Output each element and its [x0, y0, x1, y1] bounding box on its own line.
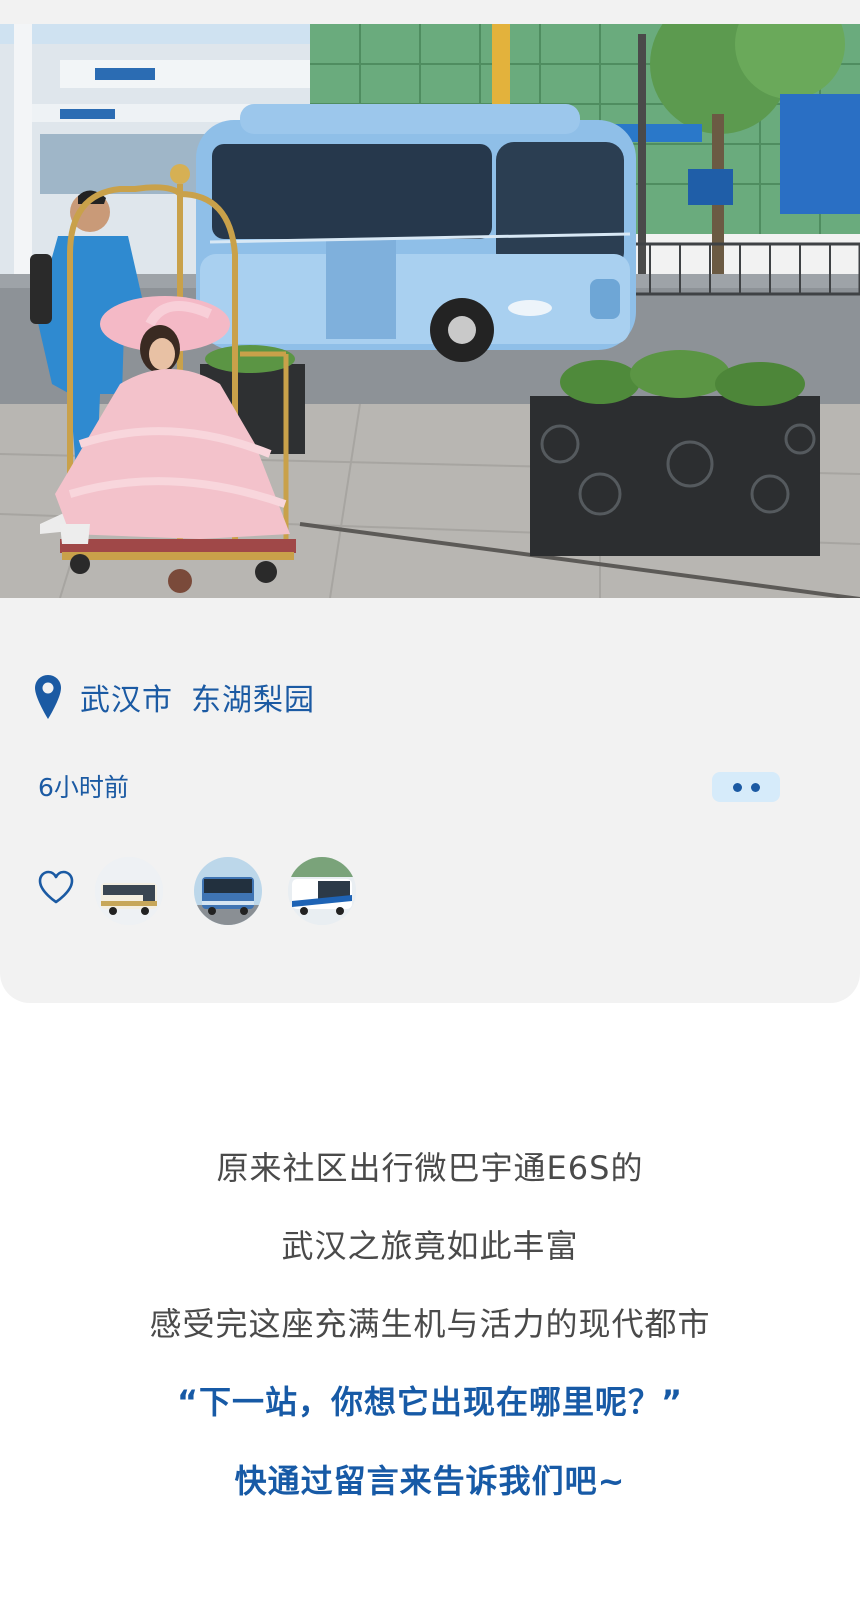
post-time: 6小时前 [38, 773, 129, 802]
post-card: 武汉市 东湖梨园 6小时前 [0, 0, 860, 1003]
bus-avatar-2-image [194, 857, 262, 925]
caption-question: “下一站，你想它出现在哪里呢？” [176, 1383, 684, 1421]
bus-avatar-3[interactable] [288, 857, 356, 925]
location-city: 武汉市 [80, 683, 173, 718]
caption-line-1: 原来社区出行微巴宇通E6S的 [216, 1149, 644, 1187]
bus-avatar-1[interactable] [95, 857, 163, 925]
more-options-button[interactable] [712, 772, 780, 802]
more-dots-icon [750, 782, 760, 792]
location-row[interactable]: 武汉市 东湖梨园 [34, 672, 315, 722]
location-place: 东湖梨园 [191, 683, 315, 718]
bus-avatar-3-image [288, 857, 356, 925]
bus-avatar-1-image [95, 857, 163, 925]
caption-line-2: 武汉之旅竟如此丰富 [281, 1227, 579, 1265]
location-pin-icon [35, 675, 61, 719]
more-dots-icon [732, 782, 742, 792]
post-photo[interactable] [0, 24, 860, 598]
caption-line-3: 感受完这座充满生机与活力的现代都市 [149, 1305, 711, 1343]
heart-outline-icon[interactable] [37, 869, 75, 905]
caption-call-to-action: 快通过留言来告诉我们吧~ [234, 1462, 626, 1500]
bus-avatar-2[interactable] [194, 857, 262, 925]
